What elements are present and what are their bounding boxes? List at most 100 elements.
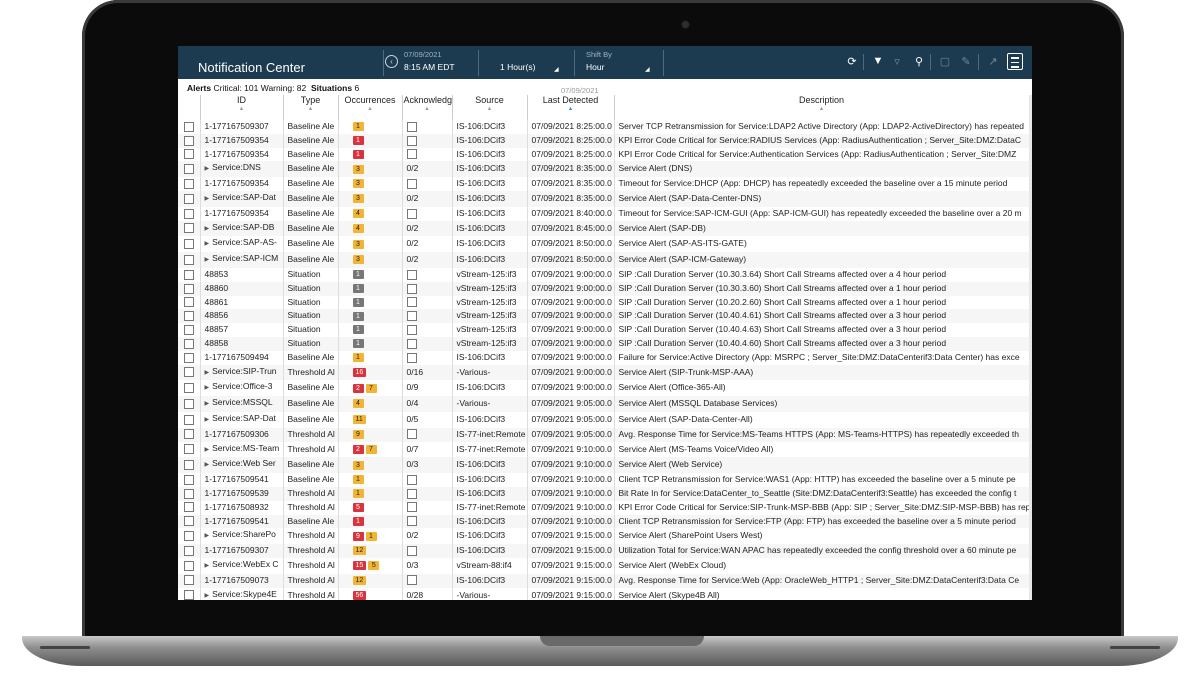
table-row[interactable]: ▶ Service:SAP-DB Baseline Ale 4 0/2 IS-106:DC…	[178, 220, 1030, 237]
table-row[interactable]: ▶ Service:SAP-ICM Baseline Ale 3 0/2 IS-106:D…	[178, 252, 1030, 268]
row-checkbox[interactable]	[184, 488, 194, 499]
table-row[interactable]: 48853 Situation 1 vStream-125:if3 07/09/2021…	[178, 267, 1030, 282]
row-select-cell[interactable]	[178, 161, 201, 178]
row-select-cell[interactable]	[178, 411, 201, 428]
table-row[interactable]: 48856 Situation 1 vStream-125:if3 07/09/2021…	[178, 309, 1030, 324]
table-row[interactable]: 1-177167509354 Baseline Ale 1 IS-106:DCif3 0…	[178, 147, 1030, 162]
table-row[interactable]: 1-177167509307 Baseline Ale 1 IS-106:DCif3 0…	[178, 120, 1030, 134]
table-row[interactable]: ▶ Service:SAP-AS- Baseline Ale 3 0/2 IS-106:D…	[178, 236, 1030, 253]
table-row[interactable]: 1-177167509539 Threshold Al 1 IS-106:DCif3 0…	[178, 486, 1030, 501]
table-row[interactable]: ▶ Service:Skype4E Threshold Al 56 0/28 -Vario…	[178, 587, 1030, 600]
row-checkbox[interactable]	[184, 239, 194, 250]
row-checkbox[interactable]	[184, 297, 194, 308]
acknowledge-checkbox[interactable]	[406, 324, 417, 335]
row-checkbox[interactable]	[184, 149, 194, 160]
acknowledge-checkbox[interactable]	[406, 135, 417, 146]
row-checkbox[interactable]	[184, 254, 194, 265]
row-select-cell[interactable]	[178, 396, 201, 412]
row-checkbox[interactable]	[184, 121, 194, 132]
row-select-cell[interactable]	[178, 350, 201, 365]
acknowledge-checkbox[interactable]	[406, 149, 417, 160]
row-checkbox[interactable]	[184, 208, 194, 219]
row-select-cell[interactable]	[178, 267, 201, 282]
row-checkbox[interactable]	[184, 531, 194, 542]
table-row[interactable]: 1-177167509354 Baseline Ale 3 IS-106:DCif3 0…	[178, 177, 1030, 191]
row-select-cell[interactable]	[178, 364, 201, 381]
acknowledge-checkbox[interactable]	[406, 311, 417, 322]
row-select-cell[interactable]	[178, 220, 201, 237]
expand-icon[interactable]: ▶	[205, 226, 210, 232]
expand-icon[interactable]: ▶	[205, 417, 210, 423]
column-header-source[interactable]: Source ▲	[452, 95, 528, 120]
row-checkbox[interactable]	[184, 575, 194, 586]
row-checkbox[interactable]	[184, 383, 194, 394]
acknowledge-checkbox[interactable]	[406, 208, 417, 219]
table-row[interactable]: 1-177167509494 Baseline Ale 1 IS-106:DCif3 0…	[178, 350, 1030, 365]
expand-icon[interactable]: ▶	[205, 447, 210, 453]
acknowledge-checkbox[interactable]	[406, 352, 417, 363]
trend-chart-icon[interactable]: ↗	[986, 55, 1000, 68]
expand-icon[interactable]: ▶	[205, 593, 210, 599]
row-checkbox[interactable]	[184, 429, 194, 440]
previous-time-button[interactable]: ‹	[385, 55, 398, 68]
table-row[interactable]: ▶ Service:DNS Baseline Ale 3 0/2 IS-106:DCif3…	[178, 161, 1030, 178]
row-select-cell[interactable]	[178, 190, 201, 207]
row-checkbox[interactable]	[184, 502, 194, 513]
table-row[interactable]: 48857 Situation 1 vStream-125:if3 07/09/2021…	[178, 323, 1030, 337]
chevron-down-icon[interactable]: ◢	[645, 66, 650, 73]
row-select-cell[interactable]	[178, 336, 201, 351]
expand-icon[interactable]: ▶	[205, 257, 210, 263]
row-checkbox[interactable]	[184, 398, 194, 409]
row-select-cell[interactable]	[178, 573, 201, 588]
row-select-cell[interactable]	[178, 206, 201, 221]
row-select-cell[interactable]	[178, 133, 201, 148]
row-select-cell[interactable]	[178, 147, 201, 162]
row-checkbox[interactable]	[184, 590, 194, 600]
expand-icon[interactable]: ▶	[205, 241, 210, 247]
row-checkbox[interactable]	[184, 223, 194, 234]
table-row[interactable]: ▶ Service:SAP-Dat Baseline Ale 11 0/5 IS-106:…	[178, 411, 1030, 428]
table-row[interactable]: ▶ Service:Web Ser Baseline Ale 3 0/3 IS-106:D…	[178, 457, 1030, 474]
expand-icon[interactable]: ▶	[205, 196, 210, 202]
table-row[interactable]: 1-177167509541 Baseline Ale 1 IS-106:DCif3 0…	[178, 514, 1030, 529]
row-checkbox[interactable]	[184, 560, 194, 571]
table-row[interactable]: ▶ Service:SharePo Threshold Al 9 1 0/2 IS-106:…	[178, 528, 1030, 545]
expand-icon[interactable]: ▶	[205, 166, 210, 172]
column-header-occurrences[interactable]: Occurrences ▲	[338, 95, 403, 120]
refresh-icon[interactable]: ⟳	[845, 55, 859, 68]
acknowledge-checkbox[interactable]	[406, 178, 417, 189]
acknowledge-checkbox[interactable]	[406, 502, 417, 513]
row-select-cell[interactable]	[178, 427, 201, 442]
row-select-cell[interactable]	[178, 323, 201, 337]
expand-icon[interactable]: ▶	[205, 401, 210, 407]
table-row[interactable]: 1-177167509073 Threshold Al 12 IS-106:DCif3…	[178, 573, 1030, 588]
row-select-cell[interactable]	[178, 557, 201, 574]
expand-icon[interactable]: ▶	[205, 462, 210, 468]
acknowledge-checkbox[interactable]	[406, 269, 417, 280]
current-time[interactable]: 8:15 AM EDT	[404, 62, 455, 72]
column-header-description[interactable]: Description ▲	[614, 95, 1030, 120]
time-range-select[interactable]: 1 Hour(s)	[500, 62, 535, 72]
acknowledge-checkbox[interactable]	[406, 516, 417, 527]
table-row[interactable]: 48861 Situation 1 vStream-125:if3 07/09/2021…	[178, 295, 1030, 310]
row-select-cell[interactable]	[178, 380, 201, 397]
chevron-down-icon[interactable]: ◢	[554, 66, 559, 73]
acknowledge-checkbox[interactable]	[406, 474, 417, 485]
column-header-type[interactable]: Type ▲	[283, 95, 339, 120]
search-icon[interactable]: ⚲	[912, 55, 926, 68]
acknowledge-checkbox[interactable]	[406, 575, 417, 586]
column-header-id[interactable]: ID ▲	[200, 95, 284, 120]
filter-icon[interactable]: ▼	[871, 55, 885, 67]
column-header-acknowledged[interactable]: Acknowledg ▲	[402, 95, 453, 120]
table-row[interactable]: ▶ Service:SAP-Dat Baseline Ale 3 0/2 IS-106:D…	[178, 190, 1030, 207]
table-row[interactable]: 1-177167508932 Threshold Al 5 IS-77-inet:Re…	[178, 500, 1030, 515]
vertical-scrollbar[interactable]	[1029, 95, 1032, 600]
row-select-cell[interactable]	[178, 544, 201, 558]
acknowledge-icon[interactable]: ▢	[938, 55, 952, 68]
table-row[interactable]: 48858 Situation 1 vStream-125:if3 07/09/2021…	[178, 336, 1030, 351]
table-row[interactable]: ▶ Service:SIP-Trun Threshold Al 16 0/16 -Vari…	[178, 364, 1030, 381]
row-select-cell[interactable]	[178, 252, 201, 268]
row-checkbox[interactable]	[184, 324, 194, 335]
row-checkbox[interactable]	[184, 338, 194, 349]
row-select-cell[interactable]	[178, 441, 201, 458]
